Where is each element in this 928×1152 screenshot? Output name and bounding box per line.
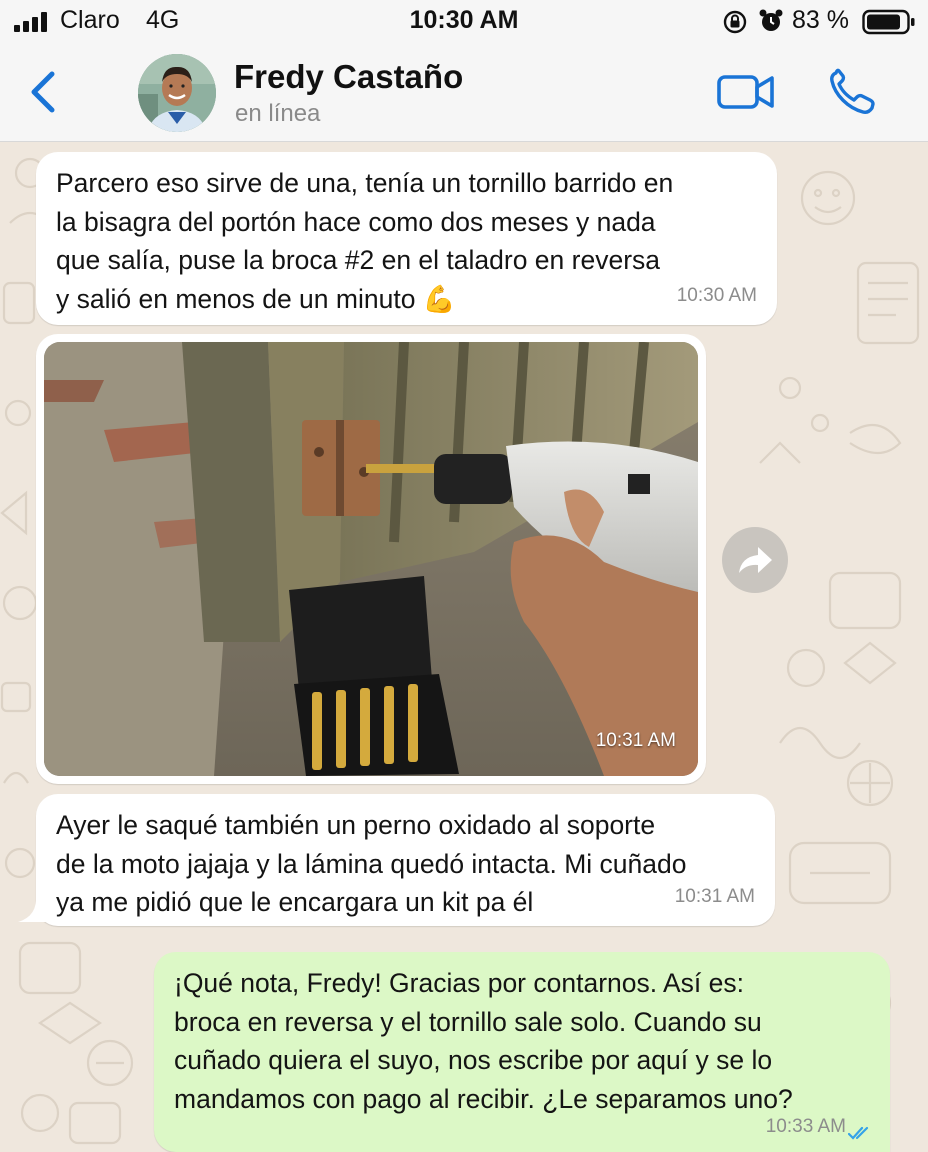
contact-status: en línea bbox=[235, 100, 321, 127]
outgoing-message[interactable]: ¡Qué nota, Fredy! Gracias por contarnos.… bbox=[154, 952, 890, 1152]
battery-icon bbox=[862, 9, 915, 35]
contact-avatar[interactable] bbox=[138, 54, 216, 132]
message-text: Parcero eso sirve de una, tenía un torni… bbox=[56, 168, 674, 314]
photo-time: 10:31 AM bbox=[595, 729, 676, 751]
video-call-icon[interactable] bbox=[716, 70, 776, 114]
message-time: 10:33 AM bbox=[765, 1115, 846, 1137]
incoming-image-message[interactable]: 10:31 AM bbox=[36, 334, 706, 784]
contact-name[interactable]: Fredy Castaño bbox=[234, 58, 463, 96]
message-time: 10:31 AM bbox=[674, 885, 755, 907]
status-bar: Claro 4G 10:30 AM 83 % bbox=[0, 0, 928, 44]
incoming-message[interactable]: Parcero eso sirve de una, tenía un torni… bbox=[36, 152, 777, 325]
status-time: 10:30 AM bbox=[409, 6, 519, 34]
alarm-icon bbox=[759, 9, 783, 31]
message-photo[interactable]: 10:31 AM bbox=[44, 342, 698, 776]
message-text: ¡Qué nota, Fredy! Gracias por contarnos.… bbox=[174, 968, 793, 1114]
back-chevron-icon[interactable] bbox=[26, 68, 60, 116]
forward-arrow-icon bbox=[739, 547, 772, 573]
incoming-message[interactable]: Ayer le saqué también un perno oxidado a… bbox=[36, 794, 775, 926]
forward-button[interactable] bbox=[722, 527, 788, 593]
phone-call-icon[interactable] bbox=[828, 68, 878, 116]
chat-area[interactable]: Parcero eso sirve de una, tenía un torni… bbox=[0, 143, 928, 1152]
gate-drill-photo bbox=[44, 342, 698, 776]
read-receipt-icon bbox=[848, 1126, 869, 1140]
message-text: Ayer le saqué también un perno oxidado a… bbox=[56, 810, 687, 917]
message-time: 10:30 AM bbox=[676, 284, 757, 306]
battery-percent: 83 % bbox=[792, 6, 849, 34]
chat-header: Fredy Castaño en línea bbox=[0, 44, 928, 142]
bubble-tail bbox=[18, 894, 46, 922]
lock-rotation-icon bbox=[723, 10, 747, 34]
